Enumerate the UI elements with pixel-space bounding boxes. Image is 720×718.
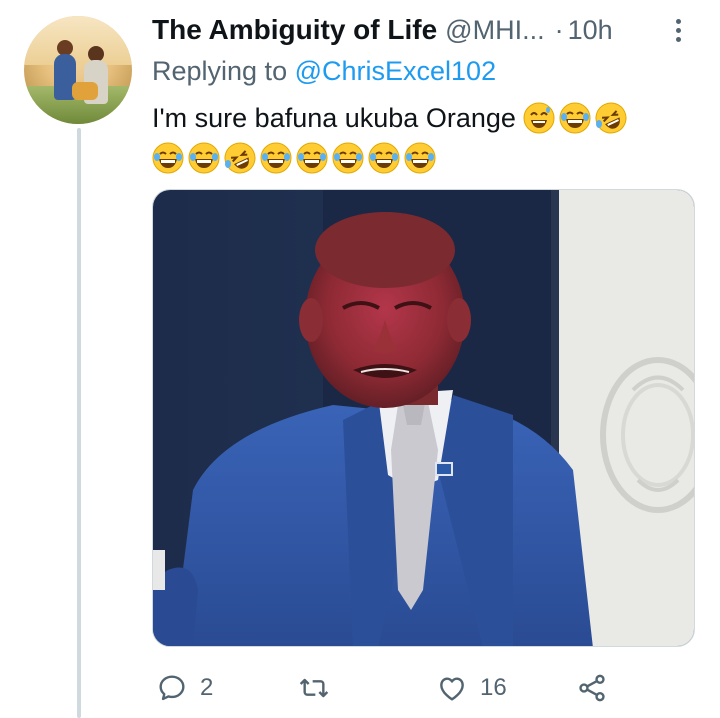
reply-mention-link[interactable]: @ChrisExcel102 bbox=[295, 56, 497, 86]
laughing-tears-face-icon bbox=[152, 142, 184, 174]
like-count: 16 bbox=[480, 674, 507, 701]
rolling-laughing-face-icon bbox=[224, 142, 256, 174]
tweet-text: I'm sure bafuna ukuba Orange bbox=[152, 98, 692, 178]
heart-icon bbox=[440, 677, 464, 701]
grin-sweat-face-icon bbox=[523, 102, 555, 134]
replying-to: Replying to @ChrisExcel102 bbox=[152, 56, 496, 87]
laughing-tears-face-icon bbox=[260, 142, 292, 174]
laughing-tears-face-icon bbox=[404, 142, 436, 174]
laughing-tears-face-icon bbox=[188, 142, 220, 174]
reply-icon bbox=[159, 675, 185, 701]
share-icon bbox=[579, 674, 605, 702]
retweet-action[interactable] bbox=[298, 668, 342, 708]
author-handle[interactable]: @MHI... bbox=[445, 15, 544, 46]
tweet-actions: 2 16 bbox=[152, 668, 692, 708]
laughing-tears-face-icon bbox=[332, 142, 364, 174]
share-action[interactable] bbox=[576, 668, 608, 708]
laughing-tears-face-icon bbox=[559, 102, 591, 134]
more-options-icon[interactable] bbox=[668, 14, 688, 46]
tweet-time[interactable]: 10h bbox=[568, 15, 613, 46]
reply-count: 2 bbox=[200, 674, 214, 701]
author-name[interactable]: The Ambiguity of Life bbox=[152, 14, 437, 46]
like-action[interactable]: 16 bbox=[436, 668, 507, 708]
laughing-tears-face-icon bbox=[296, 142, 328, 174]
rolling-laughing-face-icon bbox=[595, 102, 627, 134]
avatar[interactable] bbox=[24, 16, 132, 124]
laughing-tears-face-icon bbox=[368, 142, 400, 174]
photo-crying-man bbox=[153, 190, 694, 646]
reply-prefix: Replying to bbox=[152, 56, 288, 86]
reply-action[interactable]: 2 bbox=[156, 668, 213, 708]
retweet-icon bbox=[299, 678, 329, 698]
tweet-header: The Ambiguity of Life @MHI... · 10h bbox=[152, 12, 692, 48]
tweet-body: I'm sure bafuna ukuba Orange bbox=[152, 103, 516, 133]
thread-line bbox=[77, 128, 81, 718]
tweet-image[interactable] bbox=[152, 189, 695, 647]
separator-dot: · bbox=[554, 14, 564, 45]
